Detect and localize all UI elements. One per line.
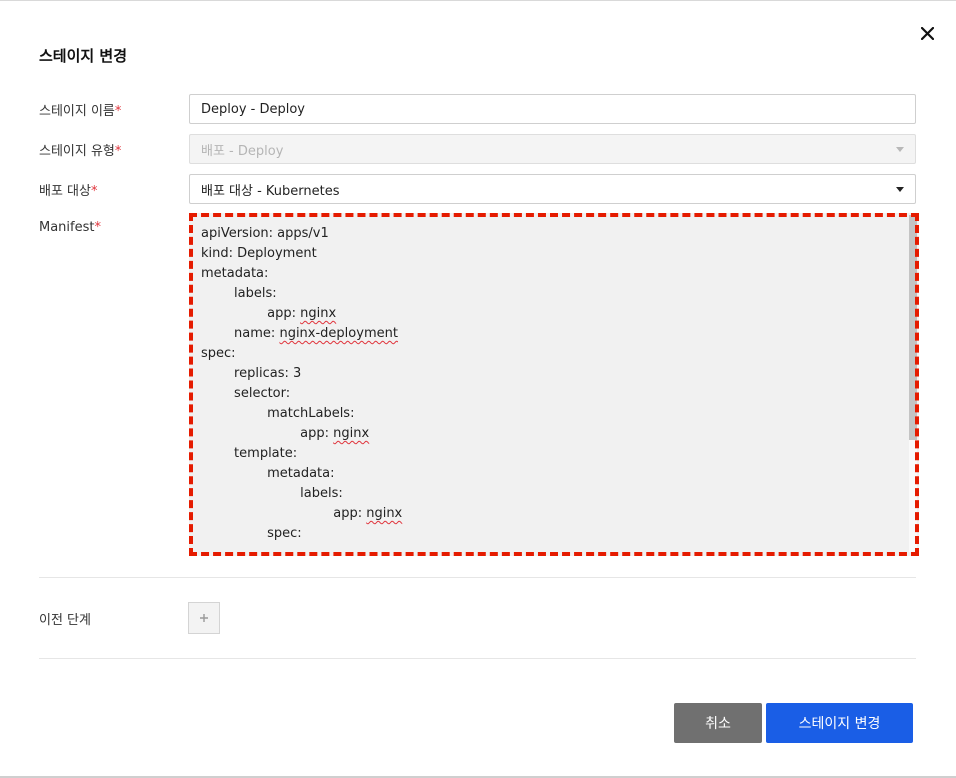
manifest-line: app: nginx [201,506,403,521]
required-mark: * [94,220,101,235]
required-mark: * [114,144,122,159]
previous-stage-label: 이전 단계 [39,613,91,628]
manifest-editor[interactable]: apiVersion: apps/v1 kind: Deployment metad… [189,213,919,556]
manifest-line: spec: [201,526,302,541]
change-stage-button[interactable]: 스테이지 변경 [766,703,913,743]
add-previous-stage-button[interactable] [188,602,220,634]
manifest-code: apiVersion: apps/v1 kind: Deployment metad… [201,224,402,544]
manifest-label: Manifest* [39,220,101,235]
stage-name-input[interactable]: Deploy - Deploy [189,94,916,124]
deploy-target-label: 배포 대상* [39,184,98,199]
manifest-line: template: [201,446,298,461]
manifest-line: apiVersion: apps/v1 [201,226,329,241]
chevron-down-icon [896,187,904,192]
manifest-line: metadata: [201,466,335,481]
dialog-title: 스테이지 변경 [39,47,128,65]
stage-type-select: 배포 - Deploy [189,134,916,164]
manifest-line: app: nginx [201,426,370,441]
divider [39,658,916,659]
manifest-line: matchLabels: [201,406,355,421]
manifest-scrollbar-thumb[interactable] [909,215,917,440]
required-mark: * [114,104,122,119]
stage-type-label: 스테이지 유형* [39,144,122,159]
top-border [0,0,956,1]
manifest-line: labels: [201,486,343,501]
stage-name-value: Deploy - Deploy [201,101,305,117]
close-icon [920,26,934,40]
manifest-line: labels: [201,286,277,301]
deploy-target-select[interactable]: 배포 대상 - Kubernetes [189,174,916,204]
manifest-line: spec: [201,346,236,361]
close-button[interactable] [916,22,938,44]
manifest-line: metadata: [201,266,269,281]
stage-name-label: 스테이지 이름* [39,104,122,119]
required-mark: * [90,184,98,199]
deploy-target-value: 배포 대상 - Kubernetes [201,183,340,199]
manifest-line: selector: [201,386,291,401]
plus-icon [200,614,208,622]
manifest-line: replicas: 3 [201,366,302,381]
stage-type-value: 배포 - Deploy [201,143,284,159]
manifest-line: name: nginx-deployment [201,326,398,341]
cancel-button[interactable]: 취소 [674,703,762,743]
manifest-line: app: nginx [201,306,337,321]
divider [39,577,916,578]
manifest-line: kind: Deployment [201,246,317,261]
chevron-down-icon [896,147,904,152]
